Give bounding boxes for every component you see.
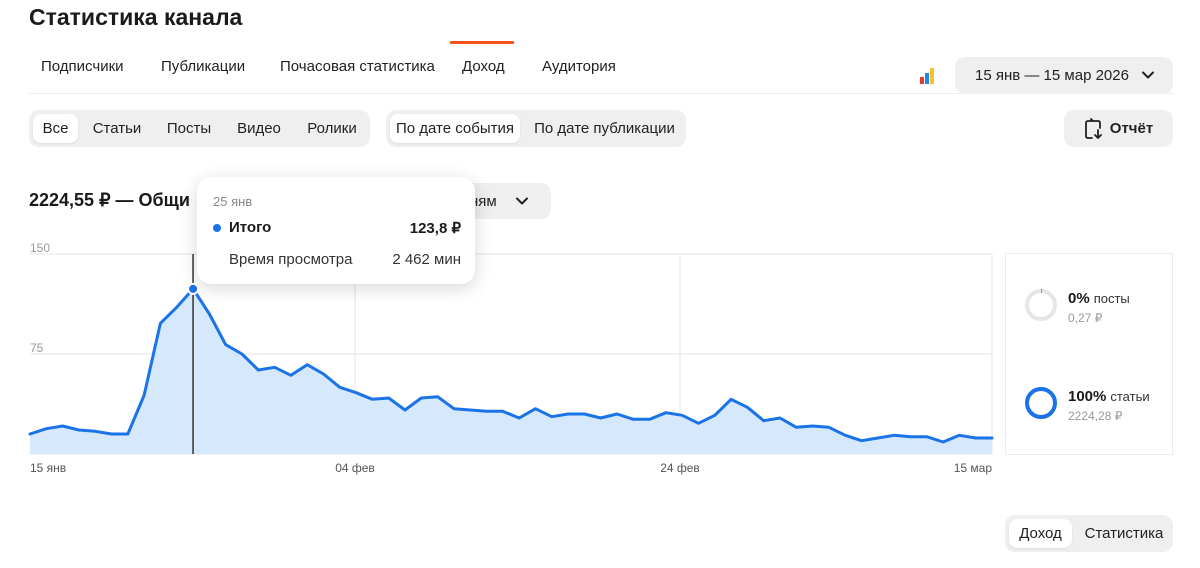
tab-subscribers[interactable]: Подписчики: [41, 58, 124, 75]
share-articles: 100% статьи 2224,28 ₽: [1024, 386, 1174, 426]
report-button[interactable]: Отчёт: [1064, 110, 1173, 147]
document-download-icon: [1084, 117, 1102, 139]
chart-tooltip: 25 янв Итого 123,8 ₽ Время просмотра 2 4…: [197, 177, 475, 284]
filter-posts[interactable]: Посты: [157, 114, 221, 143]
date-mode-publication[interactable]: По дате публикации: [526, 114, 683, 143]
tab-income[interactable]: Доход: [462, 58, 505, 75]
view-toggle: Доход Статистика: [1005, 515, 1173, 552]
filter-reels[interactable]: Ролики: [297, 114, 367, 143]
filter-articles[interactable]: Статьи: [85, 114, 149, 143]
view-income[interactable]: Доход: [1009, 519, 1072, 548]
posts-share-percent: 0% посты: [1068, 290, 1130, 307]
posts-share-amount: 0,27 ₽: [1068, 311, 1103, 325]
series-area-fill: [30, 288, 992, 454]
x-tick-label: 15 янв: [30, 461, 66, 475]
view-statistics[interactable]: Статистика: [1078, 519, 1170, 548]
tooltip-watch-value: 2 462 мин: [392, 251, 461, 268]
chevron-down-icon: [1142, 71, 1154, 79]
chevron-down-icon: [516, 197, 528, 205]
date-mode-event[interactable]: По дате события: [390, 114, 520, 143]
date-range-label: 15 янв — 15 мар 2026: [975, 67, 1129, 84]
articles-share-percent: 100% статьи: [1068, 388, 1150, 405]
date-mode-toggle: По дате события По дате публикации: [386, 110, 686, 147]
x-tick-label: 15 мар: [954, 461, 993, 475]
date-range-picker[interactable]: 15 янв — 15 мар 2026: [955, 57, 1173, 94]
articles-share-amount: 2224,28 ₽: [1068, 409, 1123, 423]
filter-all[interactable]: Все: [33, 114, 78, 143]
series-dot-icon: [213, 224, 221, 232]
tab-publications[interactable]: Публикации: [161, 58, 245, 75]
tooltip-total-value: 123,8 ₽: [409, 220, 461, 237]
posts-share-ring-icon: [1025, 289, 1057, 321]
page-title: Статистика канала: [29, 4, 243, 30]
active-tab-indicator: [450, 41, 514, 44]
income-area-chart[interactable]: 150 75 0 15 янв 04 фев 24 фев 15 мар: [0, 230, 1000, 480]
total-income-heading: 2224,55 ₽ — Общи: [29, 190, 190, 210]
tooltip-watch-label: Время просмотра: [229, 251, 353, 268]
filter-videos[interactable]: Видео: [228, 114, 290, 143]
tab-hourly-stats[interactable]: Почасовая статистика: [280, 58, 435, 75]
x-tick-label: 24 фев: [660, 461, 700, 475]
tab-audience[interactable]: Аудитория: [542, 58, 616, 75]
y-tick-label: 150: [30, 241, 50, 255]
bar-chart-logo-icon: [920, 68, 934, 84]
share-posts: 0% посты 0,27 ₽: [1024, 288, 1174, 328]
content-type-filter: Все Статьи Посты Видео Ролики: [29, 110, 370, 147]
tooltip-date: 25 янв: [213, 194, 253, 209]
tooltip-total-label: Итого: [229, 219, 272, 236]
y-tick-label: 75: [30, 341, 44, 355]
articles-share-ring-icon: [1025, 387, 1057, 419]
highlighted-data-point: [187, 282, 200, 295]
income-share-panel: 0% посты 0,27 ₽ 100% статьи 2224,28 ₽: [1005, 253, 1173, 455]
report-button-label: Отчёт: [1109, 120, 1154, 137]
x-tick-label: 04 фев: [335, 461, 375, 475]
